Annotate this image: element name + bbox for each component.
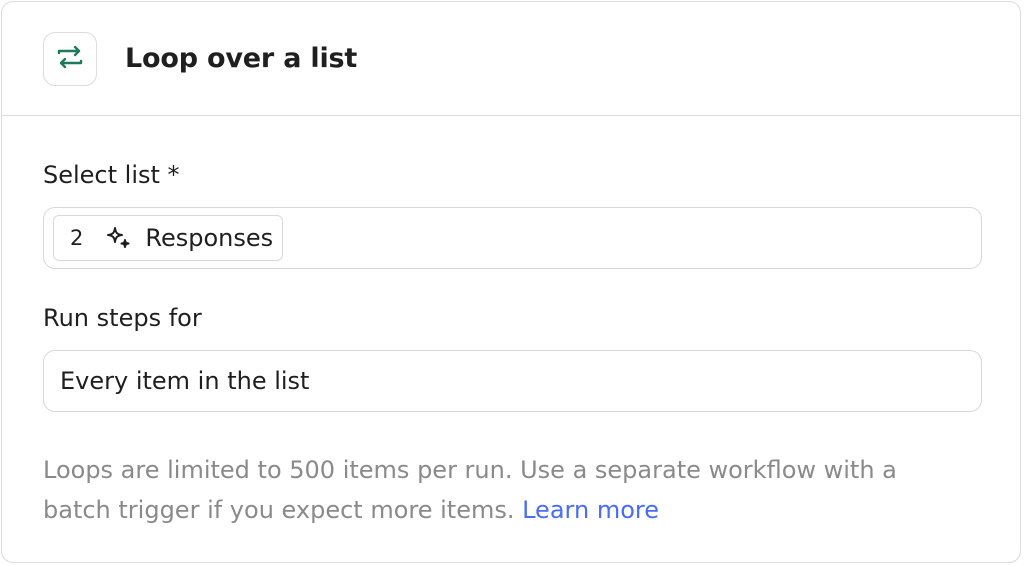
card-body: Select list * 2 Responses Run steps for …: [2, 159, 1020, 530]
hint-text: Loops are limited to 500 items per run. …: [43, 456, 897, 524]
step-number: 2: [70, 226, 84, 250]
loop-icon: [55, 42, 85, 76]
card-header: Loop over a list: [2, 2, 1020, 116]
run-steps-value: Every item in the list: [60, 367, 310, 395]
card-title: Loop over a list: [125, 43, 358, 74]
loop-limit-hint: Loops are limited to 500 items per run. …: [43, 450, 963, 530]
run-steps-label: Run steps for: [43, 304, 202, 332]
loop-config-card: Loop over a list Select list * 2 Respons…: [1, 1, 1021, 563]
sparkle-icon: [105, 225, 131, 251]
select-list-field[interactable]: 2 Responses: [43, 207, 982, 269]
loop-icon-container: [43, 31, 97, 86]
learn-more-link[interactable]: Learn more: [522, 496, 659, 524]
select-list-label: Select list *: [43, 161, 180, 189]
chip-label: Responses: [145, 224, 274, 252]
run-steps-field[interactable]: Every item in the list: [43, 350, 982, 412]
list-variable-chip[interactable]: 2 Responses: [53, 215, 284, 261]
